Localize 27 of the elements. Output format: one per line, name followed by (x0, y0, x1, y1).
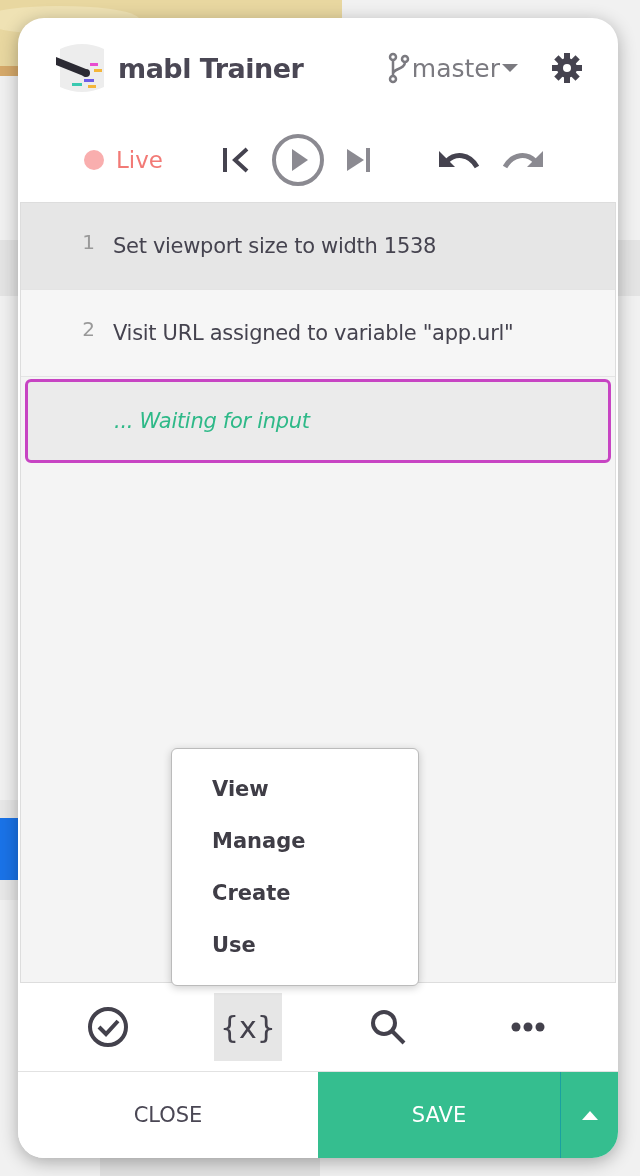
step-text: Visit URL assigned to variable "app.url" (113, 321, 514, 345)
first-button[interactable] (220, 147, 251, 173)
variables-tool-button[interactable]: {x} (214, 993, 282, 1061)
settings-icon[interactable] (552, 53, 582, 83)
step-number: 2 (81, 317, 95, 341)
live-label: Live (116, 147, 163, 173)
close-button[interactable]: CLOSE (18, 1072, 318, 1158)
menu-item[interactable]: Create (172, 867, 418, 919)
app-title: mabl Trainer (118, 52, 305, 84)
branch-dropdown[interactable]: master (387, 52, 518, 84)
step-row[interactable]: 1 Set viewport size to width 1538 (21, 203, 615, 290)
caret-icon (502, 63, 518, 73)
menu-item[interactable]: Use (172, 919, 418, 971)
waiting-text: ... Waiting for input (114, 409, 310, 433)
branch-icon (387, 52, 410, 84)
menu-item[interactable]: View (172, 763, 418, 815)
play-icon (270, 133, 325, 187)
search-icon (369, 1008, 407, 1046)
more-icon (511, 1022, 545, 1032)
step-text: Set viewport size to width 1538 (113, 234, 437, 258)
caret-up-icon (581, 1110, 598, 1120)
step-number: 1 (81, 230, 95, 254)
page-tab (0, 818, 18, 880)
skip-back-icon (220, 147, 251, 173)
check-circle-icon (87, 1006, 129, 1048)
menu-item[interactable]: Manage (172, 815, 418, 867)
skip-forward-icon (344, 147, 373, 173)
